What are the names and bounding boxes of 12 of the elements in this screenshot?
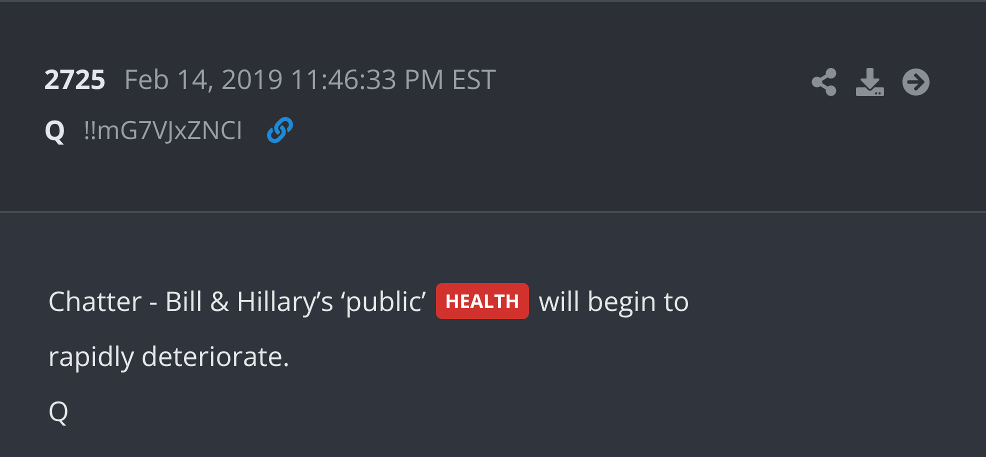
author-name: Q	[44, 111, 66, 148]
post-text: Chatter - Bill & Hillary’s ‘public’	[48, 282, 426, 319]
share-icon[interactable]	[810, 68, 838, 96]
post-text: will begin to	[538, 282, 690, 319]
post-text: rapidly deteriorate.	[48, 337, 290, 374]
health-tag: HEALTH	[436, 282, 529, 318]
tripcode: !!mG7VJxZNCI	[84, 112, 243, 146]
link-icon[interactable]	[266, 116, 293, 142]
download-icon[interactable]	[856, 68, 884, 96]
post-text: Q	[48, 392, 70, 429]
post-timestamp: Feb 14, 2019 11:46:33 PM EST	[124, 60, 496, 97]
post-number: 2725	[44, 60, 106, 97]
